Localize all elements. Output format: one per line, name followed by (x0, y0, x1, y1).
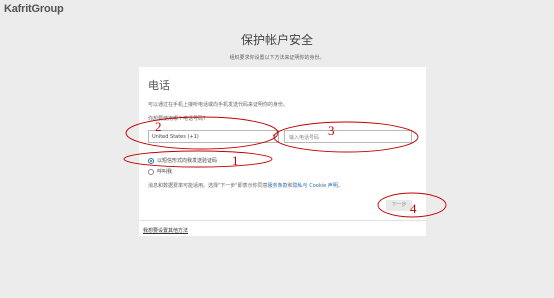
annotation-number-1: 1 (232, 153, 239, 168)
annotation-ellipse-3 (273, 121, 419, 153)
annotation-overlay: 2 3 1 4 (123, 116, 447, 218)
annotation-number-2: 2 (155, 119, 162, 134)
annotation-ellipse-2 (125, 116, 279, 150)
annotation-ellipse-1 (123, 150, 273, 168)
annotation-number-3: 3 (328, 123, 335, 138)
annotation-number-4: 4 (410, 201, 417, 216)
